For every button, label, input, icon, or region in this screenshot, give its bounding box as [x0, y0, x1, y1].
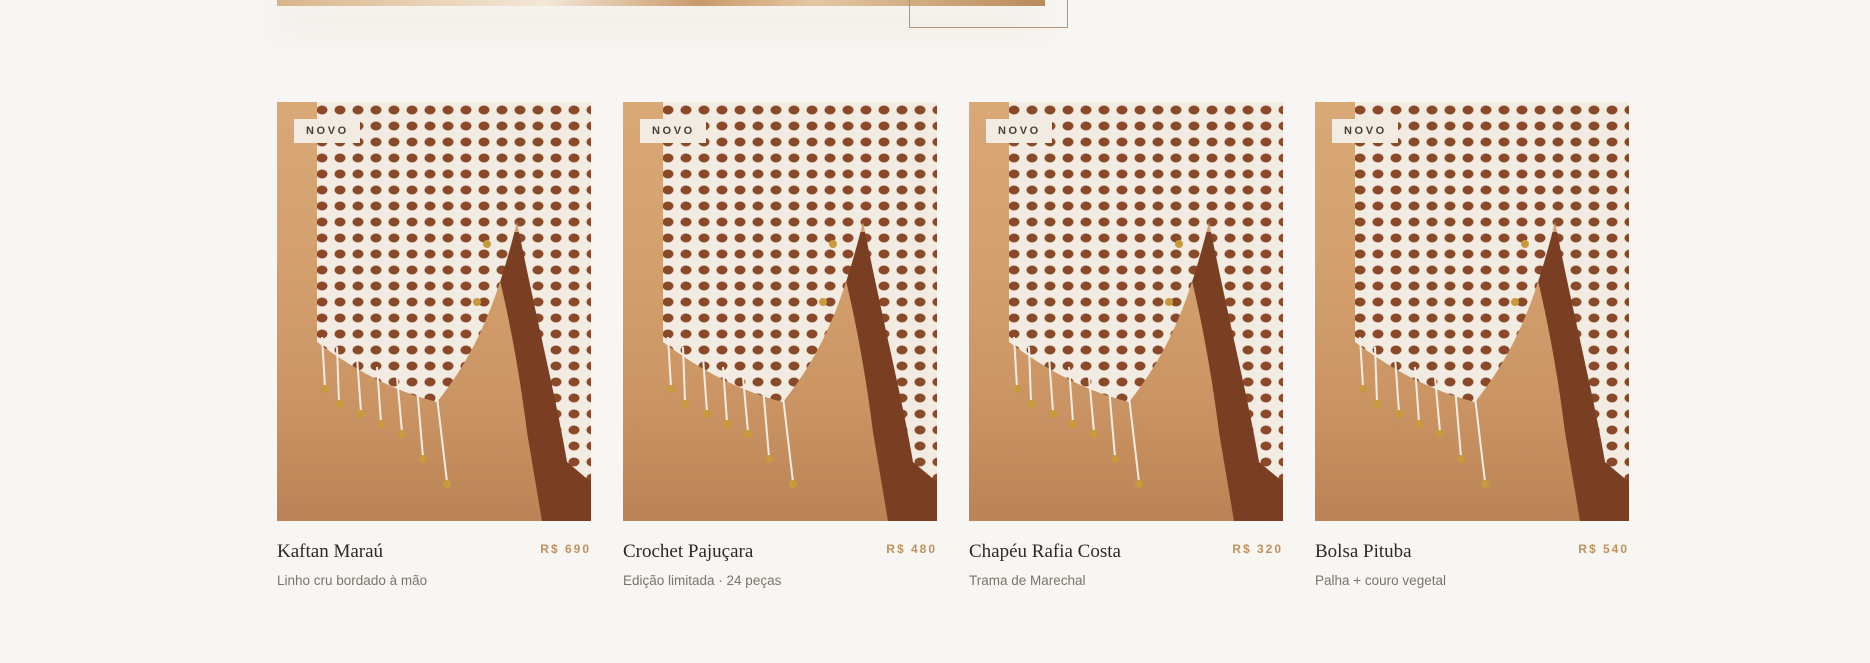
product-image[interactable]: NOVO: [969, 102, 1283, 521]
product-description: Palha + couro vegetal: [1315, 573, 1446, 588]
new-badge: NOVO: [986, 119, 1052, 143]
product-image[interactable]: NOVO: [277, 102, 591, 521]
product-name[interactable]: Kaftan Maraú: [277, 541, 383, 563]
product-card[interactable]: NOVO Bolsa Pituba R$ 540 Palha + couro v…: [1315, 102, 1629, 588]
product-description: Edição limitada · 24 peças: [623, 573, 782, 588]
product-description: Trama de Marechal: [969, 573, 1086, 588]
new-badge: NOVO: [294, 119, 360, 143]
product-card[interactable]: NOVO Kaftan Maraú R$ 690 Linho cru borda…: [277, 102, 591, 588]
product-name[interactable]: Bolsa Pituba: [1315, 541, 1412, 563]
crochet-garment-illustration: [317, 102, 591, 521]
product-price: R$ 480: [886, 542, 937, 556]
new-badge: NOVO: [1332, 119, 1398, 143]
product-description: Linho cru bordado à mão: [277, 573, 428, 588]
product-price: R$ 540: [1578, 542, 1629, 556]
product-name[interactable]: Crochet Pajuçara: [623, 541, 753, 563]
product-card[interactable]: NOVO Chapéu Rafia Costa R$ 320 Trama de …: [969, 102, 1283, 588]
product-name[interactable]: Chapéu Rafia Costa: [969, 541, 1121, 563]
product-grid: NOVO Kaftan Maraú R$ 690 Linho cru borda…: [277, 102, 1629, 588]
crochet-garment-illustration: [1355, 102, 1629, 521]
product-image[interactable]: NOVO: [1315, 102, 1629, 521]
crochet-garment-illustration: [663, 102, 937, 521]
product-card[interactable]: NOVO Crochet Pajuçara R$ 480 Edição limi…: [623, 102, 937, 588]
previous-section-outline-frame: [909, 0, 1068, 28]
crochet-garment-illustration: [1009, 102, 1283, 521]
new-badge: NOVO: [640, 119, 706, 143]
product-price: R$ 320: [1232, 542, 1283, 556]
product-price: R$ 690: [540, 542, 591, 556]
product-image[interactable]: NOVO: [623, 102, 937, 521]
